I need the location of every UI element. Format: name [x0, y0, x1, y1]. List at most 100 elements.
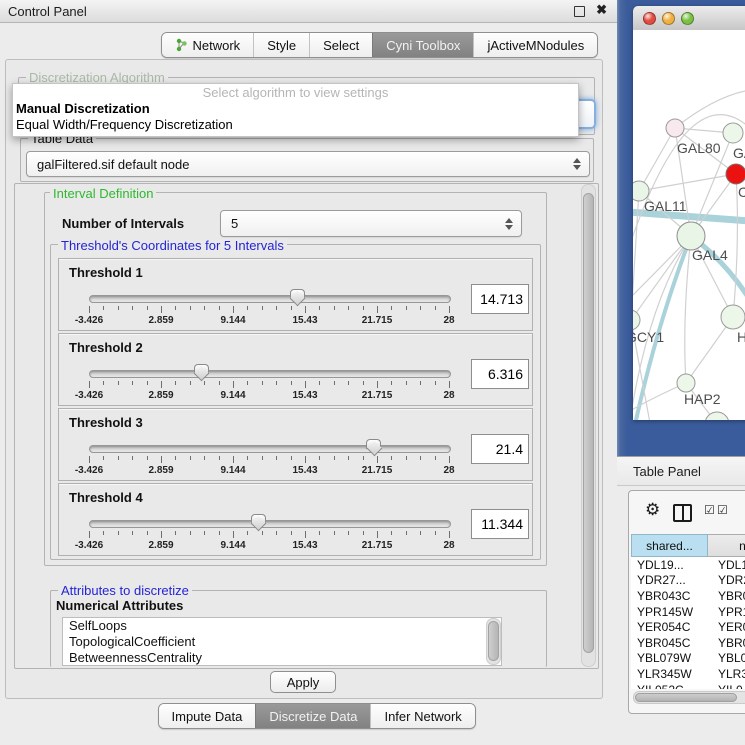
zoom-light[interactable]: [681, 12, 694, 25]
network-node-gal4[interactable]: [677, 222, 705, 250]
threshold-slider-track[interactable]: [89, 445, 451, 453]
network-node-gal80[interactable]: [666, 119, 684, 137]
slider-tick: [291, 306, 292, 310]
slider-tick-label: 2.859: [148, 465, 173, 476]
table-row[interactable]: YBR043CYBR0: [631, 588, 745, 604]
split-pane-icon[interactable]: [673, 504, 692, 522]
attribute-list-item[interactable]: BetweennessCentrality: [63, 650, 501, 666]
table-cell[interactable]: YER054C: [631, 620, 708, 634]
table-cell[interactable]: YDL19...: [631, 558, 708, 572]
dropdown-option-equal-width[interactable]: Equal Width/Frequency Discretization: [13, 117, 578, 133]
table-data-combobox[interactable]: galFiltered.sif default node: [26, 151, 590, 177]
threshold-value-field[interactable]: 11.344: [471, 509, 529, 539]
threshold-slider-thumb[interactable]: [251, 514, 266, 531]
gear-icon[interactable]: ⚙: [645, 501, 660, 518]
tab-select[interactable]: Select: [309, 33, 372, 57]
tab-discretize-data[interactable]: Discretize Data: [255, 704, 370, 728]
slider-tick-label: 9.144: [220, 390, 245, 401]
tab-style[interactable]: Style: [253, 33, 309, 57]
settings-scrollbar-thumb[interactable]: [583, 193, 594, 653]
table-cell[interactable]: YBR0: [708, 589, 745, 603]
tab-infer-network[interactable]: Infer Network: [370, 704, 474, 728]
network-node-hap2[interactable]: [677, 374, 695, 392]
network-graph: GAL80GACGAL11GAL4GCY1HHAP2: [633, 30, 745, 420]
table-cell[interactable]: YPR145W: [631, 605, 708, 619]
tab-impute-data[interactable]: Impute Data: [159, 704, 256, 728]
table-column-header[interactable]: shared...: [631, 534, 708, 557]
slider-tick: [233, 306, 234, 313]
table-row[interactable]: YLR345WYLR3: [631, 666, 745, 682]
table-cell[interactable]: YLR3: [708, 667, 745, 681]
attributes-scrollbar[interactable]: [486, 618, 501, 665]
table-row[interactable]: YBL079WYBL0: [631, 651, 745, 667]
threshold-slider-track[interactable]: [89, 295, 451, 303]
threshold-value-field[interactable]: 6.316: [471, 359, 529, 389]
minimize-light[interactable]: [662, 12, 675, 25]
table-cell[interactable]: YIL0: [708, 683, 743, 689]
table-cell[interactable]: YBL0: [708, 651, 745, 665]
attribute-list-item[interactable]: SelfLoops: [63, 618, 501, 634]
table-cell[interactable]: YDL1: [708, 558, 745, 572]
close-light[interactable]: [643, 12, 656, 25]
table-cell[interactable]: YDR2: [708, 573, 745, 587]
tab-jactivemnodules[interactable]: jActiveMNodules: [473, 33, 597, 57]
table-cell[interactable]: YBL079W: [631, 651, 708, 665]
table-row[interactable]: YIL052CYIL0: [631, 682, 745, 689]
slider-tick: [247, 306, 248, 310]
checkbox-icon[interactable]: ☑: [704, 504, 715, 516]
slider-tick: [420, 456, 421, 460]
network-node-c[interactable]: [726, 164, 745, 184]
threshold-value-field[interactable]: 14.713: [471, 284, 529, 314]
close-icon[interactable]: ✖: [596, 2, 607, 18]
threshold-slider-thumb[interactable]: [366, 439, 381, 456]
slider-tick: [435, 381, 436, 385]
network-edge[interactable]: [685, 236, 691, 383]
table-cell[interactable]: YER0: [708, 620, 745, 634]
table-hscrollbar-thumb[interactable]: [635, 693, 737, 702]
table-hscrollbar[interactable]: [633, 691, 745, 704]
tab-network[interactable]: Network: [162, 33, 254, 57]
dropdown-option-manual[interactable]: Manual Discretization: [13, 101, 578, 117]
slider-tick: [406, 531, 407, 535]
table-row[interactable]: YPR145WYPR1: [631, 604, 745, 620]
numerical-attributes-list[interactable]: SelfLoopsTopologicalCoefficientBetweenne…: [62, 617, 502, 666]
table-cell[interactable]: YPR1: [708, 605, 745, 619]
settings-scrollbar[interactable]: [581, 184, 596, 667]
number-of-intervals-combobox[interactable]: 5: [220, 210, 522, 237]
network-edge[interactable]: [639, 128, 675, 191]
network-node-h[interactable]: [721, 305, 745, 329]
table-column-header[interactable]: n...: [708, 534, 745, 557]
network-edge[interactable]: [733, 174, 737, 317]
threshold-slider-thumb[interactable]: [194, 364, 209, 381]
apply-button[interactable]: Apply: [270, 671, 336, 693]
attributes-scrollbar-thumb[interactable]: [488, 621, 499, 661]
slider-tick: [204, 306, 205, 310]
threshold-slider-track[interactable]: [89, 370, 451, 378]
table-cell[interactable]: YLR345W: [631, 667, 708, 681]
network-edge[interactable]: [639, 174, 736, 191]
threshold-slider-thumb[interactable]: [290, 289, 305, 306]
slider-tick: [103, 456, 104, 460]
checkbox-icon[interactable]: ☑: [717, 504, 728, 516]
table-row[interactable]: YBR045CYBR0: [631, 635, 745, 651]
tab-cyni-toolbox[interactable]: Cyni Toolbox: [372, 33, 473, 57]
threshold-value-field[interactable]: 21.4: [471, 434, 529, 464]
table-cell[interactable]: YBR043C: [631, 589, 708, 603]
network-edge[interactable]: [675, 90, 745, 128]
table-cell[interactable]: YBR0: [708, 636, 745, 650]
threshold-slider-track[interactable]: [89, 520, 451, 528]
table-cell[interactable]: YBR045C: [631, 636, 708, 650]
table-row[interactable]: YDR27...YDR2: [631, 573, 745, 589]
slider-tick: [305, 456, 306, 463]
table-cell[interactable]: YDR27...: [631, 573, 708, 587]
float-window-icon[interactable]: [574, 6, 585, 17]
attribute-list-item[interactable]: TopologicalCoefficient: [63, 634, 501, 650]
network-canvas[interactable]: GAL80GACGAL11GAL4GCY1HHAP2: [633, 30, 745, 420]
network-node-ga[interactable]: [723, 123, 743, 143]
network-edge[interactable]: [633, 236, 691, 420]
table-cell[interactable]: YIL052C: [631, 683, 708, 689]
network-node-gcy1[interactable]: [633, 310, 640, 330]
table-row[interactable]: YDL19...YDL1: [631, 557, 745, 573]
table-row[interactable]: YER054CYER0: [631, 619, 745, 635]
network-edge[interactable]: [633, 236, 691, 320]
